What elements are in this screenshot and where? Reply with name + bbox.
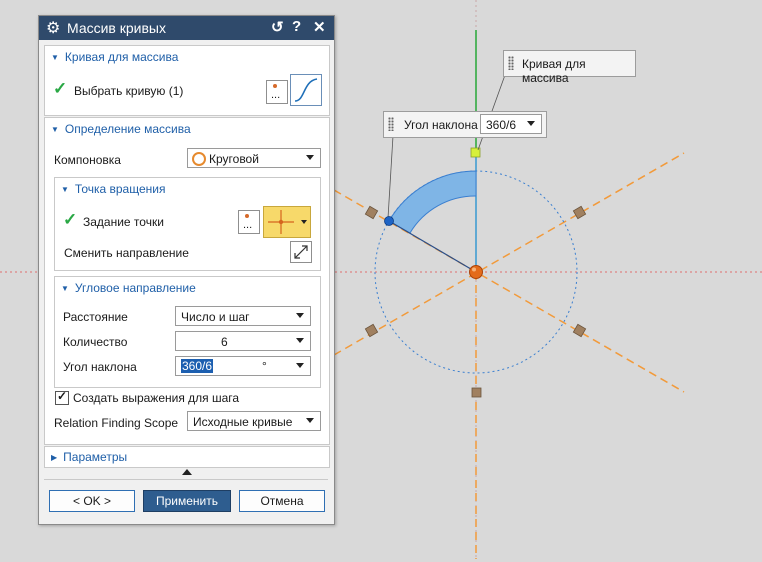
section-definition: ▼ Определение массива Компоновка Круговой… (44, 117, 330, 445)
chevron-down-icon[interactable] (301, 220, 307, 224)
chevron-down-icon (306, 418, 314, 423)
collapse-triangle-icon: ▼ (61, 284, 69, 293)
close-icon[interactable]: ✕ (313, 18, 326, 36)
distance-value: Число и шаг (181, 310, 250, 324)
angle-value[interactable]: 360/6 (181, 359, 214, 373)
curve-callout[interactable]: Кривая для массива (503, 50, 636, 85)
angular-direction-title: Угловое направление (74, 281, 196, 295)
section-curve-title: Кривая для массива (64, 50, 179, 64)
layout-label: Компоновка (54, 153, 121, 167)
curve-callout-label: Кривая для массива (522, 57, 586, 85)
distance-select[interactable]: Число и шаг (175, 306, 311, 326)
curve-start-point[interactable] (384, 216, 394, 226)
angle-callout-leader (387, 135, 394, 219)
section-curve: ▼ Кривая для массива ✓ Выбрать кривую (1)… (44, 45, 330, 116)
point-dot-icon (273, 84, 277, 88)
buttons-divider (44, 479, 328, 480)
subsection-rotation-point: ▼ Точка вращения ✓ Задание точки ... Смен… (54, 177, 321, 271)
chevron-down-icon (527, 121, 535, 126)
create-expressions-checkbox[interactable]: ✓ (55, 389, 69, 405)
center-point-shine (472, 267, 476, 272)
angle-callout-value: 360/6 (486, 118, 517, 132)
layout-select[interactable]: Круговой (187, 148, 321, 168)
curve-icon (294, 78, 318, 102)
gear-icon[interactable]: ⚙ (46, 18, 60, 38)
chevron-down-icon[interactable] (296, 338, 304, 343)
create-expressions-label: Создать выражения для шага (73, 391, 240, 405)
angular-direction-header[interactable]: ▼ Угловое направление (61, 281, 196, 295)
chevron-down-icon[interactable] (296, 363, 304, 368)
point-constructor-button[interactable] (263, 206, 311, 238)
point-select-button[interactable]: ... (238, 210, 260, 234)
drag-grip-icon[interactable] (508, 56, 514, 70)
reset-icon[interactable]: ↺ (271, 18, 284, 36)
radius-line (388, 220, 477, 273)
collapse-triangle-icon: ▼ (51, 53, 59, 62)
point-dot-icon (245, 214, 249, 218)
rotation-point-header[interactable]: ▼ Точка вращения (61, 182, 165, 196)
checkmark-icon: ✓ (57, 389, 68, 403)
dialog-titlebar[interactable]: ⚙ Массив кривых ↺ ? ✕ (39, 16, 334, 40)
section-definition-title: Определение массива (64, 122, 191, 136)
pattern-instance-lines (333, 152, 685, 559)
curve-filter-button[interactable] (290, 74, 322, 106)
rotation-center-point[interactable] (469, 265, 483, 279)
section-curve-header[interactable]: ▼ Кривая для массива (51, 50, 178, 64)
count-label: Количество (63, 335, 128, 349)
point-label: Задание точки (83, 215, 164, 229)
angle-label: Угол наклона (63, 360, 137, 374)
show-more-toggle-icon[interactable] (182, 469, 192, 475)
angle-input[interactable]: 360/6 ° (175, 356, 311, 376)
ok-button[interactable]: < OK > (49, 490, 135, 512)
section-definition-header[interactable]: ▼ Определение массива (51, 122, 191, 136)
rotation-point-title: Точка вращения (74, 182, 166, 196)
dialog-title: Массив кривых (67, 20, 166, 36)
chevron-down-icon (306, 155, 314, 160)
circular-layout-icon (192, 152, 206, 166)
angle-callout-label: Угол наклона (404, 118, 478, 132)
section-params[interactable]: ▶ Параметры (44, 446, 330, 468)
scope-select[interactable]: Исходные кривые (187, 411, 321, 431)
chevron-down-icon (296, 313, 304, 318)
subsection-angular-direction: ▼ Угловое направление Расстояние Число и … (54, 276, 321, 388)
section-params-header[interactable]: ▶ Параметры (51, 450, 127, 464)
collapse-triangle-icon: ▼ (61, 185, 69, 194)
flip-direction-label: Сменить направление (64, 246, 189, 260)
apply-button[interactable]: Применить (143, 490, 231, 512)
scope-label: Relation Finding Scope (54, 416, 179, 430)
check-icon: ✓ (63, 210, 78, 229)
count-value: 6 (221, 335, 228, 349)
scope-value: Исходные кривые (193, 415, 293, 429)
select-object-button[interactable]: ... (266, 80, 288, 104)
angle-unit: ° (262, 359, 267, 373)
count-input[interactable]: 6 (175, 331, 311, 351)
crosshair-point-icon (268, 210, 294, 234)
angle-callout[interactable]: Угол наклона 360/6 (383, 111, 547, 138)
check-icon: ✓ (53, 79, 68, 98)
flip-direction-button[interactable] (290, 241, 312, 263)
curve-pattern-dialog: ⚙ Массив кривых ↺ ? ✕ ▼ Кривая для массив… (38, 15, 335, 525)
select-curve-label: Выбрать кривую (1) (74, 84, 184, 98)
select-dots: ... (271, 89, 281, 101)
help-icon[interactable]: ? (292, 18, 301, 35)
collapse-triangle-icon: ▼ (51, 125, 59, 134)
section-params-title: Параметры (63, 450, 128, 464)
expand-triangle-icon: ▶ (51, 453, 58, 462)
angle-callout-select[interactable]: 360/6 (480, 114, 542, 134)
point-dots: ... (243, 219, 253, 231)
cancel-button[interactable]: Отмена (239, 490, 325, 512)
drag-grip-icon[interactable] (388, 117, 394, 131)
layout-value: Круговой (209, 152, 259, 166)
flip-direction-icon (294, 245, 308, 259)
distance-label: Расстояние (63, 310, 128, 324)
